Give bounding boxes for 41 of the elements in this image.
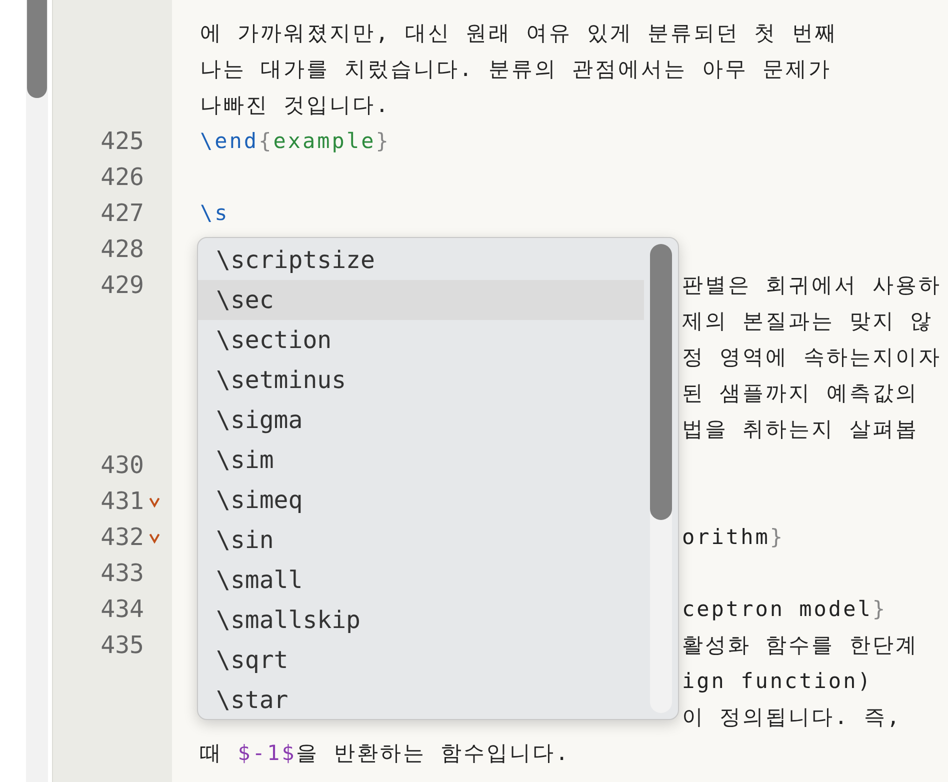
- line-number: 432: [100, 523, 144, 551]
- line-number: 430: [100, 451, 144, 479]
- completion-item[interactable]: \scriptsize: [198, 240, 644, 280]
- line-number: 428: [100, 235, 144, 263]
- completion-item[interactable]: \sqrt: [198, 640, 644, 680]
- code-line: 나빠진 것입니다.: [200, 92, 390, 119]
- code-line: 법을 취하는지 살펴봅: [682, 416, 918, 443]
- line-number: 427: [100, 199, 144, 227]
- code-line: 활성화 함수를 한단계: [682, 632, 918, 659]
- completion-item[interactable]: \small: [198, 560, 644, 600]
- code-line: orithm}: [682, 525, 785, 549]
- code-line: 판별은 회귀에서 사용하: [682, 272, 942, 299]
- completion-item[interactable]: \simeq: [198, 480, 644, 520]
- code-line: \s: [200, 201, 230, 225]
- completion-item[interactable]: \sigma: [198, 400, 644, 440]
- code-line: 제의 본질과는 맞지 않: [682, 308, 933, 335]
- line-number: 425: [100, 127, 144, 155]
- line-number: 435: [100, 631, 144, 659]
- completion-item[interactable]: \section: [198, 320, 644, 360]
- code-line: 이 정의됩니다. 즉,: [682, 704, 902, 731]
- completion-item[interactable]: \setminus: [198, 360, 644, 400]
- line-number: 431: [100, 487, 144, 515]
- code-line: \end{example}: [200, 129, 390, 153]
- code-line: ign function): [682, 669, 872, 693]
- completion-item[interactable]: \sin: [198, 520, 644, 560]
- line-number: 426: [100, 163, 144, 191]
- code-line: 때 $-1$을 반환하는 함수입니다.: [200, 740, 570, 767]
- code-line: 정 영역에 속하는지이자: [682, 344, 942, 371]
- line-number: 429: [100, 271, 144, 299]
- line-number: 434: [100, 595, 144, 623]
- completion-item[interactable]: \smallskip: [198, 600, 644, 640]
- code-line: 에 가까워졌지만, 대신 원래 여유 있게 분류되던 첫 번째: [200, 20, 838, 47]
- code-line: 된 샘플까지 예측값의: [682, 380, 918, 407]
- popup-scrollbar[interactable]: [650, 244, 672, 713]
- code-line: 나는 대가를 치렀습니다. 분류의 관점에서는 아무 문제가: [200, 56, 832, 83]
- code-line: ceptron model}: [682, 597, 888, 621]
- scrollbar[interactable]: [26, 0, 48, 782]
- completion-item[interactable]: \sec: [198, 280, 644, 320]
- line-number: 433: [100, 559, 144, 587]
- completion-item[interactable]: \sim: [198, 440, 644, 480]
- completion-item[interactable]: \star: [198, 680, 644, 719]
